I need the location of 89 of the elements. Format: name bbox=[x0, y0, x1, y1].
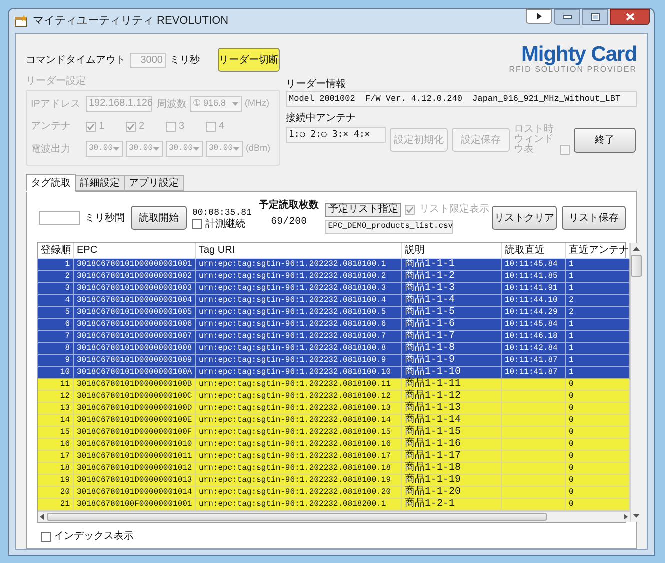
maximize-button[interactable] bbox=[582, 9, 608, 25]
label: ミリ秒 bbox=[170, 54, 200, 68]
logo-text: Mighty Card bbox=[521, 44, 637, 65]
table-row[interactable]: 2 3018C6780101D00000001002 urn:epc:tag:sgtin-96:1.202232.0818100.2 商品1-1-2 10:11:41.85 1 bbox=[38, 271, 630, 283]
table-row[interactable]: 16 3018C6780101D00000001010 urn:epc:tag:sgtin-96:1.202232.0818100.16 商品1-1-16 0 bbox=[38, 439, 630, 451]
caret-icon bbox=[113, 146, 120, 152]
scrollbar-thumb[interactable] bbox=[47, 513, 547, 521]
tab[interactable]: タグ読取 bbox=[26, 174, 76, 192]
table-row[interactable]: 20 3018C6780101D00000001014 urn:epc:tag:sgtin-96:1.202232.0818100.20 商品1-1-20 0 bbox=[38, 487, 630, 499]
minimize-button[interactable] bbox=[554, 9, 580, 25]
label: 予定読取枚数 bbox=[259, 198, 320, 213]
checkbox-label: リスト限定表示 bbox=[419, 202, 490, 217]
list-select-button[interactable]: 予定リスト指定 bbox=[325, 202, 402, 216]
left-arrow-icon[interactable] bbox=[40, 514, 44, 520]
start-button[interactable]: 読取開始 bbox=[130, 206, 188, 230]
label: 電波出力 bbox=[31, 142, 72, 156]
down-arrow-icon[interactable] bbox=[633, 514, 640, 518]
close-button[interactable] bbox=[610, 9, 650, 25]
group-title: リーダー設定 bbox=[26, 74, 87, 89]
interval-field[interactable] bbox=[39, 211, 80, 225]
table-row[interactable]: 3 3018C6780101D00000001003 urn:epc:tag:sgtin-96:1.202232.0818100.3 商品1-1-3 10:11:41.91 1 bbox=[38, 283, 630, 295]
table-row[interactable]: 1 3018C6780101D00000001001 urn:epc:tag:sgtin-96:1.202232.0818100.1 商品1-1-1 10:11:45.84 1 bbox=[38, 259, 630, 271]
minimize-icon bbox=[562, 15, 572, 19]
table-row[interactable]: 21 3018C6780100F00000001001 urn:epc:tag:sgtin-96:1.202232.0818200.1 商品1-2-1 0 bbox=[38, 499, 630, 511]
pin-button[interactable] bbox=[526, 9, 552, 24]
checkbox-label: ロスト時ウィンドウ表 bbox=[514, 125, 555, 155]
label: 接続中アンテナ bbox=[286, 113, 357, 125]
close-icon bbox=[626, 13, 634, 21]
maximize-icon bbox=[590, 13, 600, 21]
table-row[interactable]: 19 3018C6780101D00000001013 urn:epc:tag:sgtin-96:1.202232.0818100.19 商品1-1-19 0 bbox=[38, 475, 630, 487]
up-arrow-icon[interactable] bbox=[633, 247, 640, 251]
caret-icon bbox=[193, 146, 200, 152]
disconnect-button[interactable]: リーダー切断 bbox=[218, 48, 280, 72]
play-icon bbox=[536, 13, 542, 20]
label: アンテナ bbox=[31, 120, 72, 134]
label: (MHz) bbox=[245, 97, 270, 110]
table-row[interactable]: 15 3018C6780101D0000000100F urn:epc:tag:sgtin-96:1.202232.0818100.15 商品1-1-15 0 bbox=[38, 427, 630, 439]
table-row[interactable]: 13 3018C6780101D0000000100D urn:epc:tag:sgtin-96:1.202232.0818100.13 商品1-1-13 0 bbox=[38, 403, 630, 415]
tab[interactable]: 詳細設定 bbox=[76, 175, 125, 191]
table-row[interactable]: 9 3018C6780101D00000001009 urn:epc:tag:sgtin-96:1.202232.0818100.9 商品1-1-9 10:11:41.87 1 bbox=[38, 355, 630, 367]
table-row[interactable]: 11 3018C6780101D0000000100B urn:epc:tag:sgtin-96:1.202232.0818100.11 商品1-1-11 0 bbox=[38, 379, 630, 391]
select-value: ① 916.8 bbox=[193, 97, 226, 110]
label: (dBm) bbox=[246, 142, 270, 156]
vertical-scrollbar[interactable] bbox=[630, 243, 642, 522]
table-row[interactable]: 12 3018C6780101D0000000100C urn:epc:tag:sgtin-96:1.202232.0818100.12 商品1-1-12 0 bbox=[38, 391, 630, 403]
checkbox-label: インデックス表示 bbox=[54, 530, 134, 544]
table-row[interactable]: 6 3018C6780101D00000001006 urn:epc:tag:sgtin-96:1.202232.0818100.6 商品1-1-6 10:11:45.84 1 bbox=[38, 319, 630, 331]
scrollbar-thumb[interactable] bbox=[631, 255, 642, 277]
window-title: マイティユーティリティ REVOLUTION bbox=[33, 14, 229, 29]
app-icon bbox=[15, 15, 28, 27]
select-value: 30.00 bbox=[169, 143, 194, 155]
checkbox-label: 4 bbox=[219, 120, 225, 134]
table-row[interactable]: 7 3018C6780101D00000001007 urn:epc:tag:sgtin-96:1.202232.0818100.7 商品1-1-7 10:11:46.18 1 bbox=[38, 331, 630, 343]
checkbox[interactable] bbox=[192, 219, 202, 229]
checkbox-label: 計測継続 bbox=[205, 218, 246, 230]
checkbox[interactable] bbox=[41, 532, 51, 542]
table-row[interactable]: 5 3018C6780101D00000001005 urn:epc:tag:sgtin-96:1.202232.0818100.5 商品1-1-5 10:11:44.29 2 bbox=[38, 307, 630, 319]
save-list-button[interactable]: リスト保存 bbox=[562, 206, 626, 230]
caret-icon bbox=[232, 102, 239, 106]
elapsed-time: 00:08:35.81 bbox=[192, 206, 253, 218]
tab[interactable]: アプリ設定 bbox=[125, 175, 184, 191]
select-value: 30.00 bbox=[129, 143, 154, 155]
label: コマンドタイムアウト bbox=[26, 54, 126, 68]
file-name-field: EPC_DEMO_products_list.csv bbox=[325, 220, 454, 234]
read-count: 69/200 bbox=[271, 216, 308, 230]
horizontal-scrollbar[interactable] bbox=[38, 511, 630, 522]
select-value: 30.00 bbox=[89, 143, 114, 155]
checkbox-label: 1 bbox=[99, 120, 105, 134]
table-row[interactable]: 18 3018C6780101D00000001012 urn:epc:tag:sgtin-96:1.202232.0818100.18 商品1-1-18 0 bbox=[38, 463, 630, 475]
select-value: 30.00 bbox=[209, 143, 234, 155]
table-row[interactable]: 17 3018C6780101D00000001011 urn:epc:tag:sgtin-96:1.202232.0818100.17 商品1-1-17 0 bbox=[38, 451, 630, 463]
caret-icon bbox=[233, 146, 240, 152]
caret-icon bbox=[153, 146, 160, 152]
table-row[interactable]: 8 3018C6780101D00000001008 urn:epc:tag:sgtin-96:1.202232.0818100.8 商品1-1-8 10:11:42.84 1 bbox=[38, 343, 630, 355]
label: 周波数 bbox=[157, 98, 187, 112]
label: IPアドレス bbox=[31, 98, 82, 112]
right-arrow-icon[interactable] bbox=[624, 514, 628, 520]
clear-list-button[interactable]: リストクリア bbox=[492, 206, 557, 230]
table-row[interactable]: 14 3018C6780101D0000000100E urn:epc:tag:sgtin-96:1.202232.0818100.14 商品1-1-14 0 bbox=[38, 415, 630, 427]
reader-info-field: Model 2001002 F/W Ver. 4.12.0.240 Japan_916_921_MHz_Without_LBT bbox=[286, 91, 637, 107]
logo-tagline: RFID SOLUTION PROVIDER bbox=[509, 65, 637, 75]
antenna-status-field: 1:○ 2:○ 3:× 4:× bbox=[286, 127, 386, 143]
table-row[interactable]: 4 3018C6780101D00000001004 urn:epc:tag:sgtin-96:1.202232.0818100.4 商品1-1-4 10:11:44.10 2 bbox=[38, 295, 630, 307]
label: ミリ秒間 bbox=[84, 212, 126, 226]
table-row[interactable]: 10 3018C6780101D0000000100A urn:epc:tag:sgtin-96:1.202232.0818100.10 商品1-1-10 10:11:41.87 1 bbox=[38, 367, 630, 379]
exit-button[interactable]: 終了 bbox=[574, 128, 636, 152]
checkbox-label: 2 bbox=[139, 120, 145, 134]
checkbox-label: 3 bbox=[179, 120, 185, 134]
label: リーダー情報 bbox=[286, 79, 347, 91]
